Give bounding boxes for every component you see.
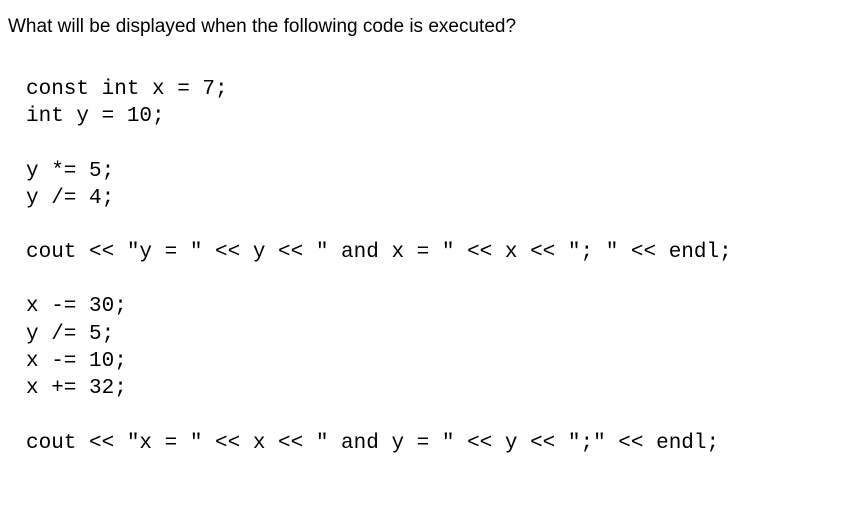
code-line: cout << "y = " << y << " and x = " << x … [26, 239, 852, 266]
code-line: y /= 4; [26, 185, 852, 212]
code-block: const int x = 7; int y = 10; y *= 5; y /… [8, 76, 852, 457]
blank-line [26, 131, 852, 158]
code-line: const int x = 7; [26, 76, 852, 103]
code-line: y *= 5; [26, 158, 852, 185]
code-line: x += 32; [26, 375, 852, 402]
code-line: int y = 10; [26, 103, 852, 130]
blank-line [26, 212, 852, 239]
code-line: x -= 10; [26, 348, 852, 375]
code-line: y /= 5; [26, 321, 852, 348]
blank-line [26, 266, 852, 293]
question-text: What will be displayed when the followin… [8, 16, 852, 38]
code-line: cout << "x = " << x << " and y = " << y … [26, 430, 852, 457]
code-line: x -= 30; [26, 293, 852, 320]
blank-line [26, 403, 852, 430]
